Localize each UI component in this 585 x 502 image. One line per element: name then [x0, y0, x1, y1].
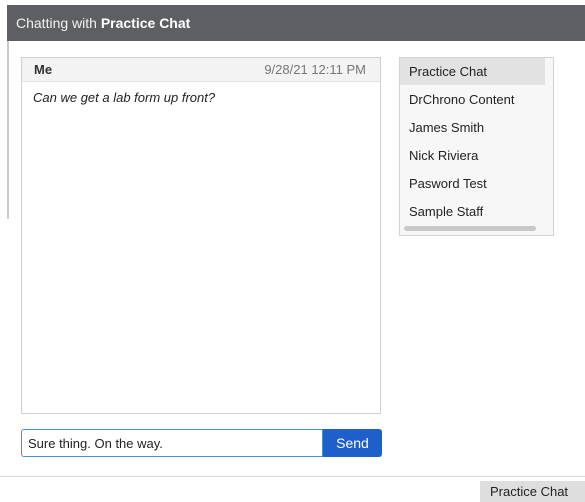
message-sender: Me: [34, 62, 53, 77]
chat-window: Chatting with Practice Chat Me 9/28/21 1…: [7, 0, 585, 476]
room-item-james-smith[interactable]: James Smith: [400, 114, 545, 141]
title-prefix: Chatting with: [16, 15, 97, 31]
room-item-practice-chat[interactable]: Practice Chat: [400, 58, 545, 85]
message-text: Can we get a lab form up front?: [33, 90, 216, 105]
room-item-sample-staff[interactable]: Sample Staff: [400, 198, 545, 225]
room-item-nick-riviera[interactable]: Nick Riviera: [400, 142, 545, 169]
room-list-scrollbar[interactable]: [404, 226, 536, 231]
room-item-drchrono-content[interactable]: DrChrono Content: [400, 86, 545, 113]
message-timestamp: 9/28/21 12:11 PM: [264, 62, 366, 77]
message-pane: Me 9/28/21 12:11 PM Can we get a lab for…: [21, 57, 381, 414]
message-input[interactable]: [21, 429, 323, 457]
chat-titlebar: Chatting with Practice Chat: [7, 5, 585, 41]
taskbar-chat-tab[interactable]: Practice Chat: [480, 481, 585, 502]
message-header: Me 9/28/21 12:11 PM: [22, 58, 380, 82]
window-edge-divider: [7, 41, 9, 219]
send-button[interactable]: Send: [323, 429, 382, 457]
title-room-name: Practice Chat: [100, 15, 191, 31]
room-list: Practice Chat DrChrono Content James Smi…: [399, 57, 554, 236]
taskbar-divider: [0, 476, 585, 477]
room-item-pasword-test[interactable]: Pasword Test: [400, 170, 545, 197]
